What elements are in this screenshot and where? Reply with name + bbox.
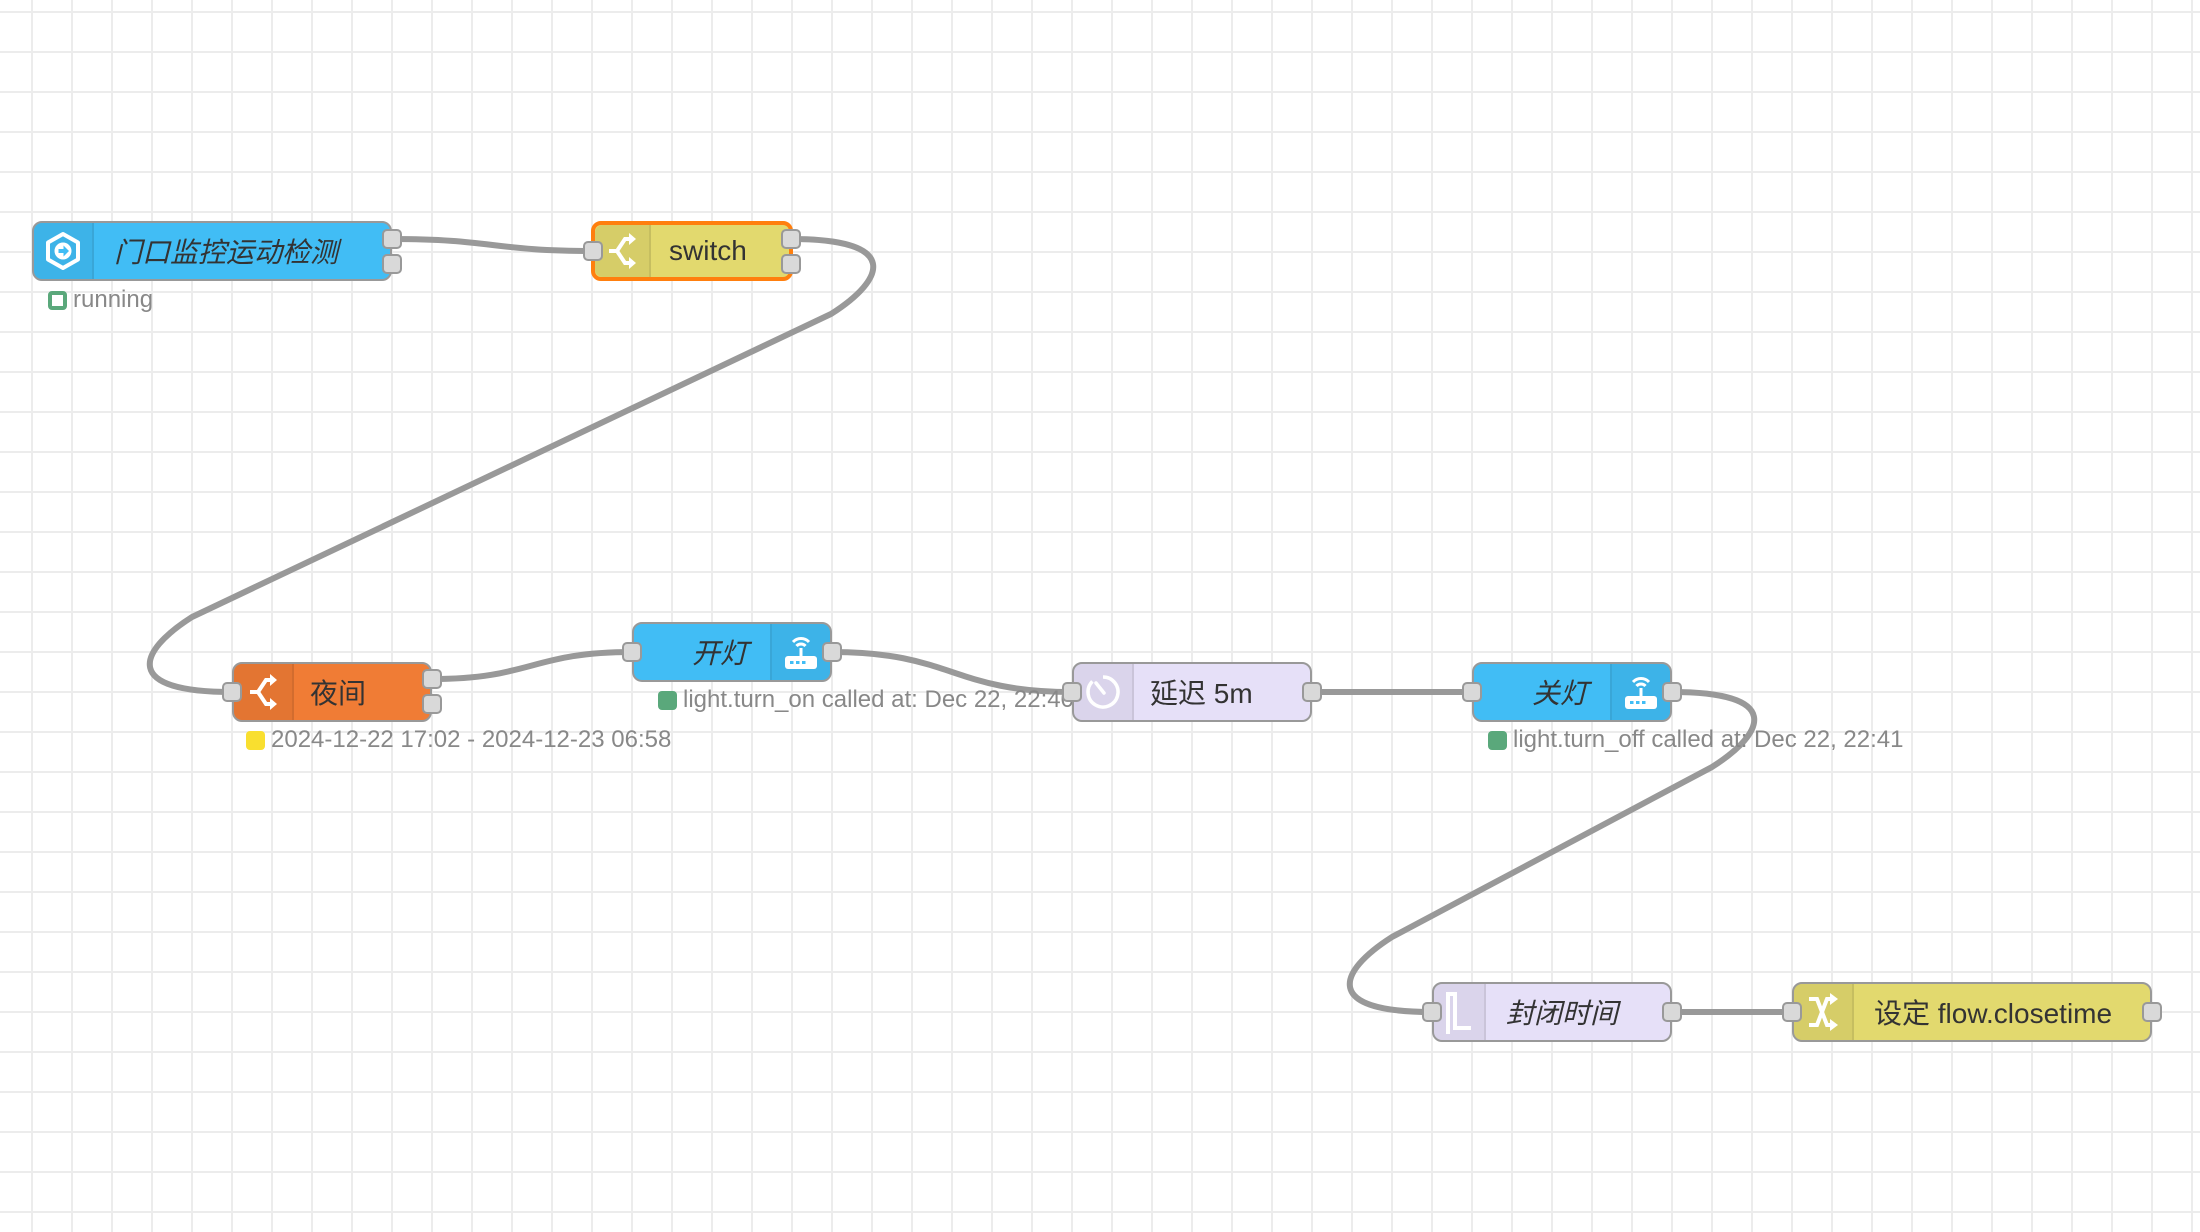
output-port[interactable]: [1662, 682, 1682, 702]
node-status: light.turn_on called at: Dec 22, 22:40: [658, 686, 1074, 714]
output-port-2[interactable]: [422, 694, 442, 714]
node-icon-box: [770, 624, 830, 680]
node-icon-box: [34, 223, 94, 279]
output-port[interactable]: [822, 642, 842, 662]
node-status: running: [48, 286, 153, 314]
output-port-1[interactable]: [382, 229, 402, 249]
node-switch[interactable]: switch: [583, 221, 801, 281]
timer-icon: [1086, 675, 1120, 709]
status-ring-icon: [48, 290, 67, 310]
input-port[interactable]: [622, 642, 642, 662]
output-port-1[interactable]: [422, 669, 442, 689]
node-change-flow-closetime[interactable]: 设定 flow.closetime: [1782, 982, 2162, 1042]
output-port[interactable]: [1302, 682, 1322, 702]
status-dot-icon: [246, 730, 265, 750]
node-icon-box: [1794, 984, 1854, 1040]
switch-icon: [250, 674, 277, 710]
node-status: light.turn_off called at: Dec 22, 22:41: [1488, 726, 1903, 754]
node-label: 门口监控运动检测: [114, 237, 339, 268]
node-night-range[interactable]: 夜间: [222, 662, 442, 722]
output-port-2[interactable]: [382, 254, 402, 274]
output-port-2[interactable]: [781, 254, 801, 274]
wire-n3-n4[interactable]: [429, 649, 635, 682]
node-turn-on-light[interactable]: 开灯: [622, 622, 842, 682]
input-port[interactable]: [1062, 682, 1082, 702]
node-label: 封闭时间: [1506, 998, 1619, 1029]
status-text: 2024-12-22 17:02 - 2024-12-23 06:58: [271, 726, 672, 753]
status-dot-icon: [658, 690, 677, 710]
node-trigger-close-time[interactable]: 封闭时间: [1422, 982, 1682, 1042]
node-label: 关灯: [1531, 678, 1588, 709]
status-dot-icon: [1488, 730, 1507, 750]
wire-n1-n2[interactable]: [389, 236, 596, 254]
trigger-pulse-icon: [1446, 992, 1471, 1034]
output-port-1[interactable]: [781, 229, 801, 249]
flow-canvas[interactable]: 门口监控运动检测 running switch 夜间 2024-12-22 17…: [0, 0, 2200, 1232]
router-wifi-icon: [1625, 677, 1657, 709]
node-turn-off-light[interactable]: 关灯: [1462, 662, 1682, 722]
node-label: 设定 flow.closetime: [1874, 998, 2113, 1029]
node-label: 延迟 5m: [1150, 678, 1253, 709]
wires-layer: [146, 236, 1795, 1016]
node-label: 开灯: [691, 638, 748, 669]
status-text: running: [73, 286, 154, 313]
input-port[interactable]: [1422, 1002, 1442, 1022]
node-icon-box: [234, 664, 294, 720]
input-port[interactable]: [222, 682, 242, 702]
input-port[interactable]: [1462, 682, 1482, 702]
input-port[interactable]: [583, 241, 603, 261]
switch-icon: [609, 233, 636, 269]
status-text: light.turn_on called at: Dec 22, 22:40: [683, 686, 1074, 713]
ha-server-events-icon: [46, 232, 80, 270]
node-delay[interactable]: 延迟 5m: [1062, 662, 1322, 722]
node-label: switch: [669, 235, 747, 266]
input-port[interactable]: [1782, 1002, 1802, 1022]
router-wifi-icon: [785, 637, 817, 669]
node-icon-box: [1074, 664, 1134, 720]
node-icon-box: [595, 225, 651, 277]
shuffle-icon: [1809, 993, 1838, 1031]
node-icon-box: [1610, 664, 1670, 720]
status-text: light.turn_off called at: Dec 22, 22:41: [1513, 726, 1904, 753]
output-port[interactable]: [1662, 1002, 1682, 1022]
node-label: 夜间: [310, 678, 367, 709]
node-motion-detect[interactable]: 门口监控运动检测: [32, 221, 402, 281]
output-port[interactable]: [2142, 1002, 2162, 1022]
node-status: 2024-12-22 17:02 - 2024-12-23 06:58: [246, 726, 671, 754]
